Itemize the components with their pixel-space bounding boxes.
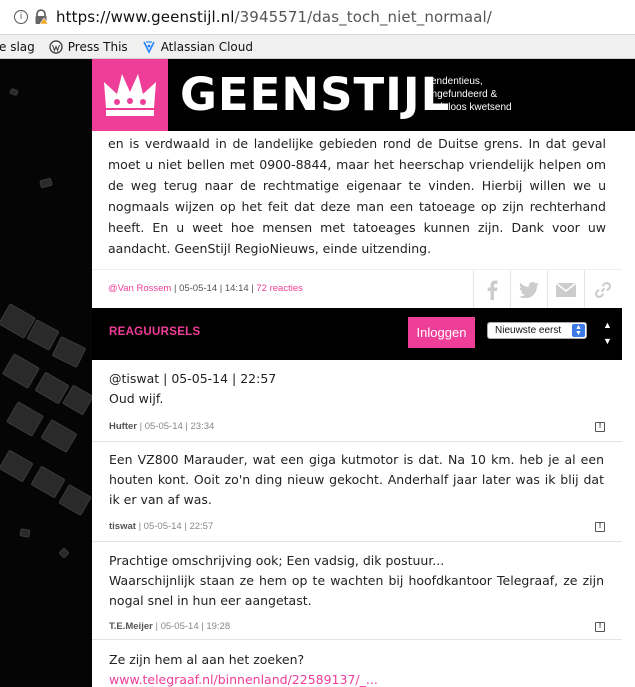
wordpress-icon [49,39,63,54]
email-share-button[interactable] [547,270,584,310]
comment-line: @tiswat | 05-05-14 | 22:57 [109,371,277,386]
info-icon[interactable]: i [14,10,28,24]
comment-line: Prachtige omschrijving ook; Een vadsig, … [109,553,445,568]
facebook-icon [487,280,498,300]
comment-author[interactable]: Hufter [109,421,137,432]
twitter-share-button[interactable] [510,270,547,310]
url-path: /3945571/das_toch_niet_normaal/ [234,8,492,26]
bookmark-label: e slag [0,39,35,54]
comment-author[interactable]: tiswat [109,521,136,532]
tagline-line: ongefundeerd & [426,89,498,100]
facebook-share-button[interactable] [473,270,510,310]
twitter-icon [519,282,539,298]
bookmarks-bar: e slag Press This Atlassian Cloud [0,35,635,59]
comment-link[interactable]: www.telegraaf.nl/binnenland/22589137/_..… [109,670,604,687]
comment-line: Waarschijnlijk staan ze hem op te wachte… [109,573,604,608]
meta-separator: | [251,283,254,294]
select-arrows-icon: ▲ ▼ [572,324,585,337]
comment-text: Een VZ800 Marauder, wat een giga kutmoto… [109,452,604,507]
sort-value: Nieuwste eerst [495,325,562,336]
mail-icon [556,283,576,297]
comment-date: | 05-05-14 | 19:28 [155,621,231,632]
comments-title: REAGUURSELS [109,326,201,338]
comment-item: @tiswat | 05-05-14 | 22:57 Oud wijf. Huf… [92,360,622,442]
meta-separator: | [219,283,223,294]
background-image [0,59,92,687]
atlassian-icon [142,40,155,54]
comment-item: Prachtige omschrijving ook; Een vadsig, … [92,542,622,640]
arrow-up-icon[interactable]: ▲ [603,317,612,333]
comment-author[interactable]: T.E.Meijer [109,621,153,632]
report-icon[interactable]: ! [595,422,605,432]
comment-meta: tiswat | 05-05-14 | 22:57 [109,521,213,532]
comment-meta: T.E.Meijer | 05-05-14 | 19:28 [109,621,230,632]
article-author[interactable]: @Van Rossem [108,283,171,294]
bookmark-label: Atlassian Cloud [160,39,253,54]
crown-logo-icon[interactable] [92,59,168,131]
bookmark-item[interactable]: Atlassian Cloud [142,40,253,54]
url-bar[interactable]: i https://www.geenstijl.nl/3945571/das_t… [0,0,635,35]
comment-meta: Hufter | 05-05-14 | 23:34 [109,421,214,432]
article-body: en is verdwaald in de landelijke gebiede… [108,136,606,256]
article-date: 05-05-14 [179,283,218,294]
comments-header: REAGUURSELS Inloggen Nieuwste eerst ▲ ▼ ▲… [92,308,622,360]
article-time: 14:14 [224,283,249,294]
comment-text: @tiswat | 05-05-14 | 22:57 Oud wijf. [109,369,604,409]
url-host: https://www.geenstijl.nl [56,8,235,26]
tagline-line: nodeloos kwetsend [426,102,512,113]
site-brand[interactable]: GEENSTIJL [180,67,450,123]
comment-line: Ze zijn hem al aan het zoeken? [109,652,305,667]
bookmark-item[interactable]: Press This [49,40,128,54]
comment-text: Prachtige omschrijving ook; Een vadsig, … [109,551,604,611]
reactions-link[interactable]: 72 reacties [256,283,302,294]
copy-link-button[interactable] [584,270,621,310]
url-text[interactable]: https://www.geenstijl.nl/3945571/das_toc… [56,8,492,26]
comment-item: Een VZ800 Marauder, wat een giga kutmoto… [92,442,622,542]
comment-item: Ze zijn hem al aan het zoeken? www.teleg… [92,640,622,687]
report-icon[interactable]: ! [595,522,605,532]
comment-line: Oud wijf. [109,391,164,406]
article-meta-row: @Van Rossem | 05-05-14 | 14:14 | 72 reac… [92,269,622,310]
comment-date: | 05-05-14 | 23:34 [139,421,215,432]
meta-separator: | [173,283,177,294]
bookmark-label: Press This [67,39,128,54]
site-tagline: Tendentieus, ongefundeerd & nodeloos kwe… [426,75,512,114]
arrow-down-icon[interactable]: ▼ [603,333,612,349]
comment-date: | 05-05-14 | 22:57 [138,521,214,532]
bookmark-item[interactable]: e slag [0,40,35,54]
lock-warning-icon[interactable] [34,9,49,25]
link-icon [595,282,611,298]
login-button[interactable]: Inloggen [408,317,475,348]
site-header: GEENSTIJL Tendentieus, ongefundeerd & no… [92,59,635,131]
report-icon[interactable]: ! [595,622,605,632]
sort-select[interactable]: Nieuwste eerst ▲ ▼ [487,322,587,339]
article-meta: @Van Rossem | 05-05-14 | 14:14 | 72 reac… [108,283,303,294]
scroll-arrows[interactable]: ▲ ▼ [603,317,612,349]
tagline-line: Tendentieus, [426,76,483,87]
page-content: GEENSTIJL Tendentieus, ongefundeerd & no… [92,59,635,687]
comment-text: Ze zijn hem al aan het zoeken? www.teleg… [109,650,604,687]
